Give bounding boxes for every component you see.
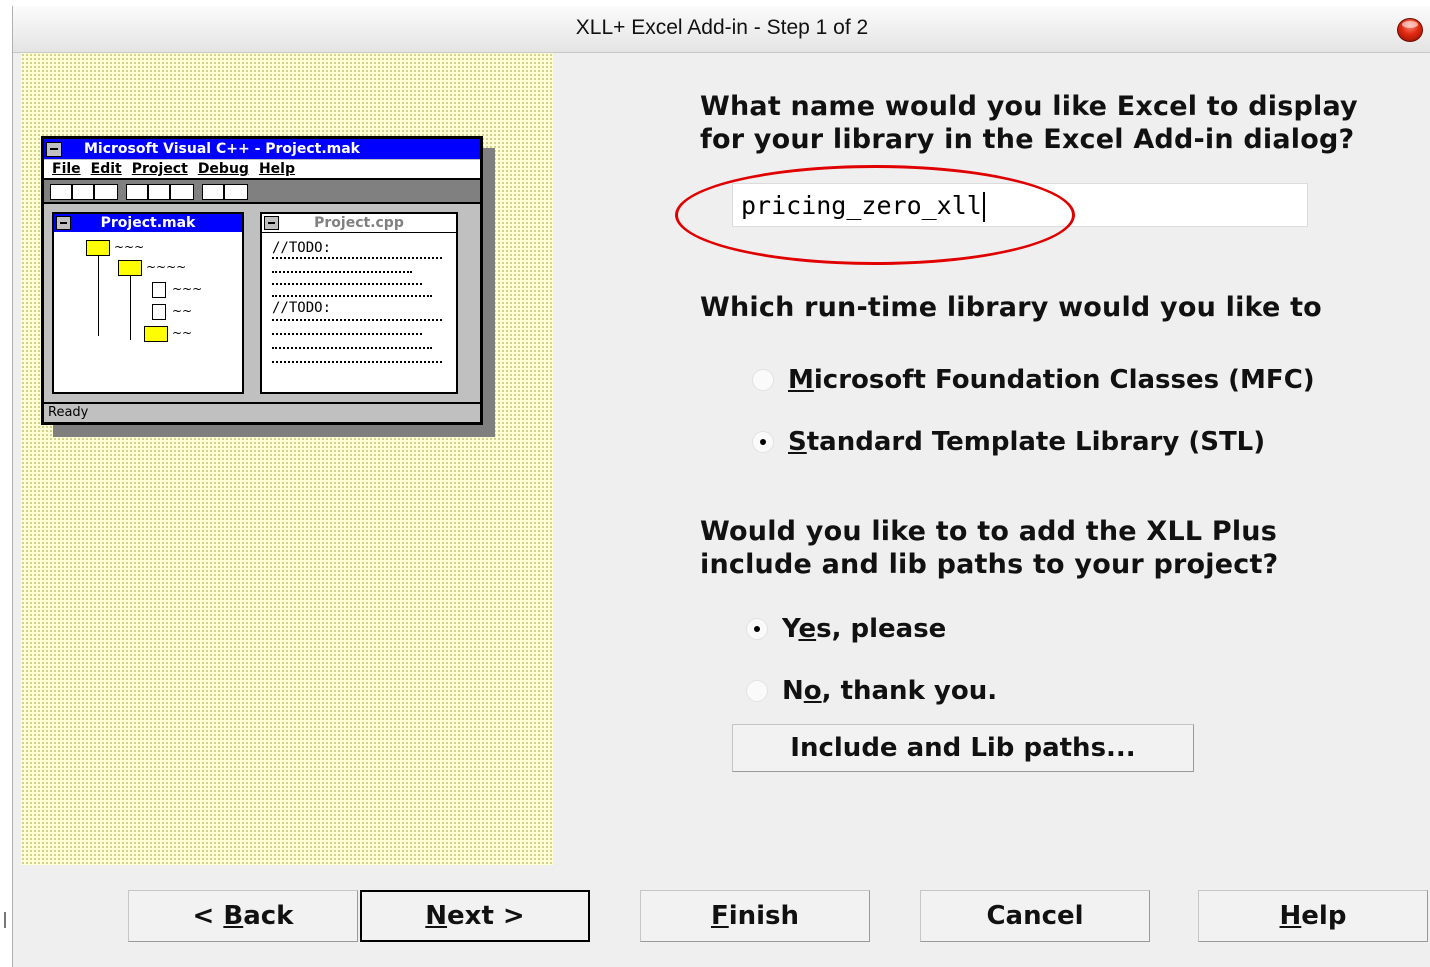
stl-radio-button[interactable] bbox=[752, 431, 774, 453]
no-radio-label: No, thank you. bbox=[782, 676, 998, 706]
mfc-radio-button[interactable] bbox=[752, 369, 774, 391]
vcpp-window-illustration: Microsoft Visual C++ - Project.mak File E… bbox=[41, 136, 483, 425]
code-pane: Project.cpp //TODO: //TODO: bbox=[260, 212, 458, 394]
back-button[interactable]: < Back bbox=[128, 890, 358, 942]
window-title: XLL+ Excel Add-in - Step 1 of 2 bbox=[575, 16, 869, 39]
no-radio-option[interactable]: No, thank you. bbox=[746, 676, 997, 706]
document-icon bbox=[152, 304, 166, 320]
project-tree: ~~~ ~~~~ ~~~ ~~ ~~ bbox=[60, 240, 230, 380]
title-bar: XLL+ Excel Add-in - Step 1 of 2 bbox=[13, 6, 1430, 53]
mfc-radio-option[interactable]: Microsoft Foundation Classes (MFC) bbox=[752, 365, 1315, 395]
next-button[interactable]: Next > bbox=[360, 890, 590, 942]
text-caret bbox=[982, 192, 985, 222]
yes-radio-label: Yes, please bbox=[782, 614, 947, 644]
system-menu-icon bbox=[46, 142, 62, 157]
mfc-radio-label: Microsoft Foundation Classes (MFC) bbox=[788, 365, 1315, 395]
stl-radio-option[interactable]: Standard Template Library (STL) bbox=[752, 427, 1265, 457]
no-radio-button[interactable] bbox=[746, 680, 768, 702]
yes-radio-option[interactable]: Yes, please bbox=[746, 614, 946, 644]
folder-icon bbox=[86, 240, 110, 256]
edge-mark bbox=[4, 912, 6, 928]
vcpp-menu-project: Project bbox=[131, 161, 188, 177]
library-name-field[interactable]: pricing_zero_xll bbox=[732, 183, 1308, 227]
help-button[interactable]: Help bbox=[1198, 890, 1428, 942]
runtime-question: Which run-time library would you like to bbox=[700, 292, 1322, 323]
close-icon[interactable] bbox=[1397, 18, 1423, 42]
wizard-sidebar-illustration: Microsoft Visual C++ - Project.mak File E… bbox=[21, 53, 553, 865]
vcpp-menu-help: Help bbox=[258, 161, 295, 177]
vcpp-menu-file: File bbox=[52, 161, 81, 177]
code-todo-2: //TODO: bbox=[272, 300, 332, 316]
yes-radio-button[interactable] bbox=[746, 618, 768, 640]
project-pane: Project.mak ~~~ ~~~~ ~~~ ~~ ~~ bbox=[52, 212, 244, 394]
toolbar-group-icon bbox=[202, 184, 248, 200]
document-icon bbox=[152, 282, 166, 298]
vcpp-menu-edit: Edit bbox=[90, 161, 122, 177]
cancel-button[interactable]: Cancel bbox=[920, 890, 1150, 942]
library-name-value: pricing_zero_xll bbox=[741, 191, 982, 220]
finish-button[interactable]: Finish bbox=[640, 890, 870, 942]
include-lib-paths-button[interactable]: Include and Lib paths... bbox=[732, 724, 1194, 772]
stl-radio-label: Standard Template Library (STL) bbox=[788, 427, 1266, 457]
display-name-question: What name would you like Excel to displa… bbox=[700, 91, 1358, 155]
vcpp-status-bar: Ready bbox=[44, 402, 480, 422]
vcpp-title-bar: Microsoft Visual C++ - Project.mak bbox=[44, 139, 480, 159]
toolbar-group-icon bbox=[50, 184, 118, 200]
pane-menu-icon bbox=[264, 216, 279, 230]
vcpp-menu-debug: Debug bbox=[197, 161, 249, 177]
toolbar-group-icon bbox=[126, 184, 194, 200]
vcpp-menu-bar: File Edit Project Debug Help bbox=[44, 160, 480, 180]
vcpp-toolbar bbox=[44, 180, 480, 204]
project-pane-title: Project.mak bbox=[100, 215, 196, 231]
paths-question: Would you like to to add the XLL Plus in… bbox=[700, 516, 1279, 580]
pane-menu-icon bbox=[56, 216, 71, 230]
folder-icon bbox=[118, 260, 142, 276]
vcpp-title: Microsoft Visual C++ - Project.mak bbox=[84, 141, 360, 157]
code-pane-title: Project.cpp bbox=[314, 215, 404, 231]
vcpp-client-area: Project.mak ~~~ ~~~~ ~~~ ~~ ~~ Project.c… bbox=[44, 204, 480, 400]
folder-icon bbox=[144, 326, 168, 342]
